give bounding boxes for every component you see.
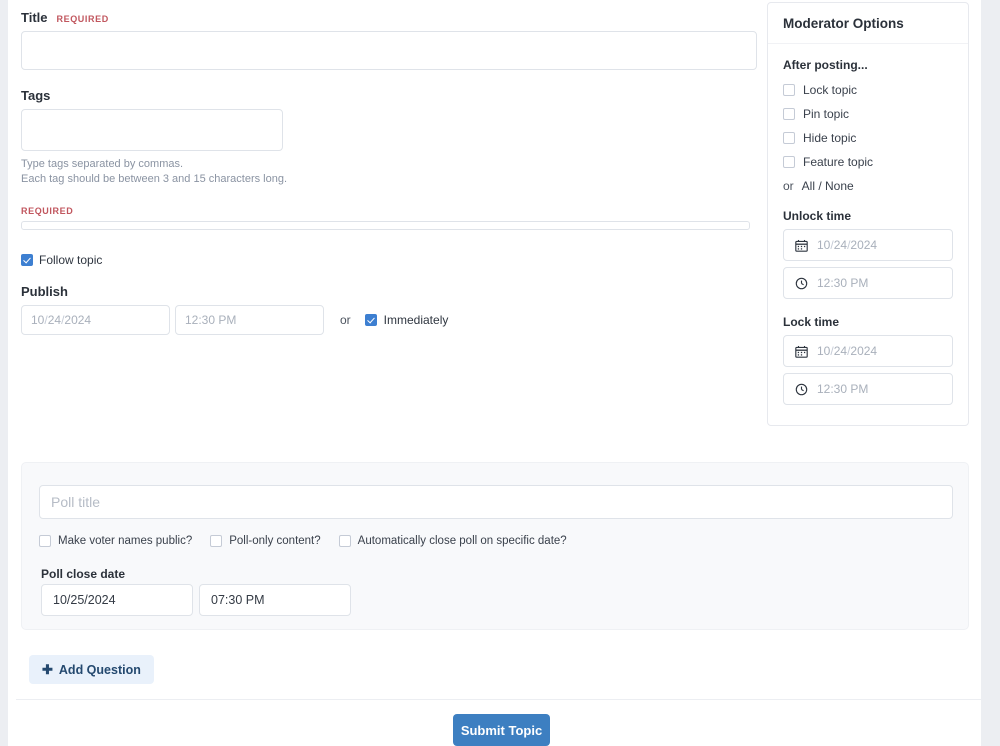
- poll-only-content-checkbox[interactable]: [210, 535, 223, 547]
- unlock-date-day: 24: [833, 238, 848, 252]
- follow-topic-row[interactable]: Follow topic: [21, 253, 763, 267]
- clock-icon: [795, 277, 808, 289]
- publish-date-month: 10: [31, 313, 45, 327]
- publish-time-input[interactable]: 12:30 PM: [175, 305, 324, 335]
- moderator-options-panel: Moderator Options After posting... Lock …: [767, 2, 969, 426]
- title-required-badge: REQUIRED: [56, 14, 109, 24]
- title-label-row: Title REQUIRED: [21, 10, 763, 25]
- voter-names-public-checkbox[interactable]: [39, 535, 51, 547]
- follow-topic-checkbox[interactable]: [21, 254, 33, 266]
- tags-help-line-1: Type tags separated by commas.: [21, 158, 184, 170]
- unlock-time-label: Unlock time: [783, 209, 852, 223]
- lock-date-day: 24: [833, 344, 848, 358]
- moderator-panel-title: Moderator Options: [783, 15, 904, 31]
- moderator-panel-header: Moderator Options: [768, 3, 968, 44]
- poll-close-date-row: 10/25/2024 07:30 PM: [41, 584, 351, 616]
- title-field-group: Title REQUIRED: [21, 0, 763, 70]
- voter-names-public-label: Make voter names public?: [58, 535, 193, 547]
- publish-or-text: or: [340, 313, 351, 327]
- unlock-date-month: 10: [817, 238, 831, 252]
- unlock-time-time-input[interactable]: 12:30 PM: [783, 267, 953, 299]
- lock-time-time-input[interactable]: 12:30 PM: [783, 373, 953, 405]
- unlock-time-value: 12:30 PM: [817, 276, 869, 290]
- hide-topic-label: Hide topic: [803, 131, 857, 145]
- poll-close-time-input[interactable]: 07:30 PM: [199, 584, 351, 616]
- topic-form: Title REQUIRED Tags Type tags separated …: [21, 0, 763, 335]
- calendar-icon: [795, 239, 808, 252]
- body-editor-input[interactable]: [21, 221, 750, 230]
- follow-topic-label: Follow topic: [39, 253, 103, 267]
- add-question-button[interactable]: ✚ Add Question: [29, 655, 154, 684]
- title-label: Title: [21, 10, 48, 25]
- tags-help-line-2: Each tag should be between 3 and 15 char…: [21, 173, 288, 185]
- poll-title-input[interactable]: [39, 485, 953, 519]
- lock-topic-label: Lock topic: [803, 83, 858, 97]
- publish-immediately-checkbox[interactable]: [364, 314, 377, 326]
- poll-options-row: Make voter names public? Poll-only conte…: [39, 535, 585, 547]
- tags-label-row: Tags: [21, 88, 763, 103]
- poll-option-auto-close[interactable]: Automatically close poll on specific dat…: [338, 535, 567, 547]
- feature-topic-checkbox[interactable]: [783, 156, 795, 168]
- publish-label: Publish: [21, 284, 68, 299]
- lock-date-text: 10/24/2024: [817, 344, 877, 358]
- moderator-option-feature-topic[interactable]: Feature topic: [783, 155, 953, 169]
- plus-icon: ✚: [42, 662, 53, 677]
- tags-label: Tags: [21, 88, 51, 103]
- body-required-badge: REQUIRED: [21, 206, 74, 216]
- feature-topic-label: Feature topic: [803, 155, 874, 169]
- calendar-icon: [795, 345, 808, 358]
- lock-time-date-input[interactable]: 10/24/2024: [783, 335, 953, 367]
- pin-topic-checkbox[interactable]: [783, 108, 795, 120]
- auto-close-poll-checkbox[interactable]: [338, 535, 351, 547]
- publish-date-input[interactable]: 10/24/2024: [21, 305, 170, 335]
- poll-option-poll-only-content[interactable]: Poll-only content?: [210, 535, 321, 547]
- auto-close-poll-label: Automatically close poll on specific dat…: [357, 535, 567, 547]
- add-question-label: Add Question: [58, 662, 141, 677]
- unlock-date-text: 10/24/2024: [817, 238, 877, 252]
- moderator-option-hide-topic[interactable]: Hide topic: [783, 131, 953, 145]
- body-field-group: REQUIRED: [21, 206, 763, 230]
- moderator-option-pin-topic[interactable]: Pin topic: [783, 107, 953, 121]
- lock-time-label: Lock time: [783, 315, 840, 329]
- pin-topic-label: Pin topic: [803, 107, 850, 121]
- title-input[interactable]: [21, 31, 757, 70]
- submit-topic-button[interactable]: Submit Topic: [453, 714, 550, 746]
- moderator-option-lock-topic[interactable]: Lock topic: [783, 83, 953, 97]
- publish-time-value: 12:30 PM: [185, 313, 237, 327]
- all-none-or-text: or: [783, 179, 794, 193]
- publish-date-year: 2024: [64, 313, 92, 327]
- left-page-gutter: [0, 0, 8, 746]
- publish-label-row: Publish: [21, 284, 763, 299]
- all-none-link[interactable]: All / None: [802, 179, 854, 193]
- moderator-panel-body: After posting... Lock topic Pin topic Hi…: [768, 44, 968, 405]
- hide-topic-checkbox[interactable]: [783, 132, 795, 144]
- tags-field-group: Tags Type tags separated by commas. Each…: [21, 88, 763, 187]
- publish-immediately-label: Immediately: [383, 313, 449, 327]
- poll-close-date-label: Poll close date: [41, 567, 126, 581]
- publish-controls: 10/24/2024 12:30 PM or Immediately: [21, 305, 763, 335]
- poll-close-date-input[interactable]: 10/25/2024: [41, 584, 193, 616]
- all-none-row: or All / None: [783, 179, 953, 193]
- lock-time-value: 12:30 PM: [817, 382, 869, 396]
- lock-topic-checkbox[interactable]: [783, 84, 795, 96]
- poll-panel: Make voter names public? Poll-only conte…: [21, 462, 969, 630]
- publish-date-day: 24: [47, 313, 62, 327]
- page-content: Title REQUIRED Tags Type tags separated …: [8, 0, 989, 746]
- footer-divider: [16, 699, 989, 700]
- vertical-scrollbar-track[interactable]: [981, 0, 1000, 746]
- unlock-date-year: 2024: [850, 238, 878, 252]
- lock-date-month: 10: [817, 344, 831, 358]
- clock-icon: [795, 383, 808, 395]
- poll-only-content-label: Poll-only content?: [229, 535, 321, 547]
- lock-date-year: 2024: [850, 344, 878, 358]
- tags-textarea[interactable]: [21, 109, 283, 151]
- publish-group: Publish 10/24/2024 12:30 PM or Immediate…: [21, 284, 763, 335]
- poll-option-voter-names-public[interactable]: Make voter names public?: [39, 535, 192, 547]
- after-posting-label: After posting...: [783, 58, 868, 72]
- unlock-time-date-input[interactable]: 10/24/2024: [783, 229, 953, 261]
